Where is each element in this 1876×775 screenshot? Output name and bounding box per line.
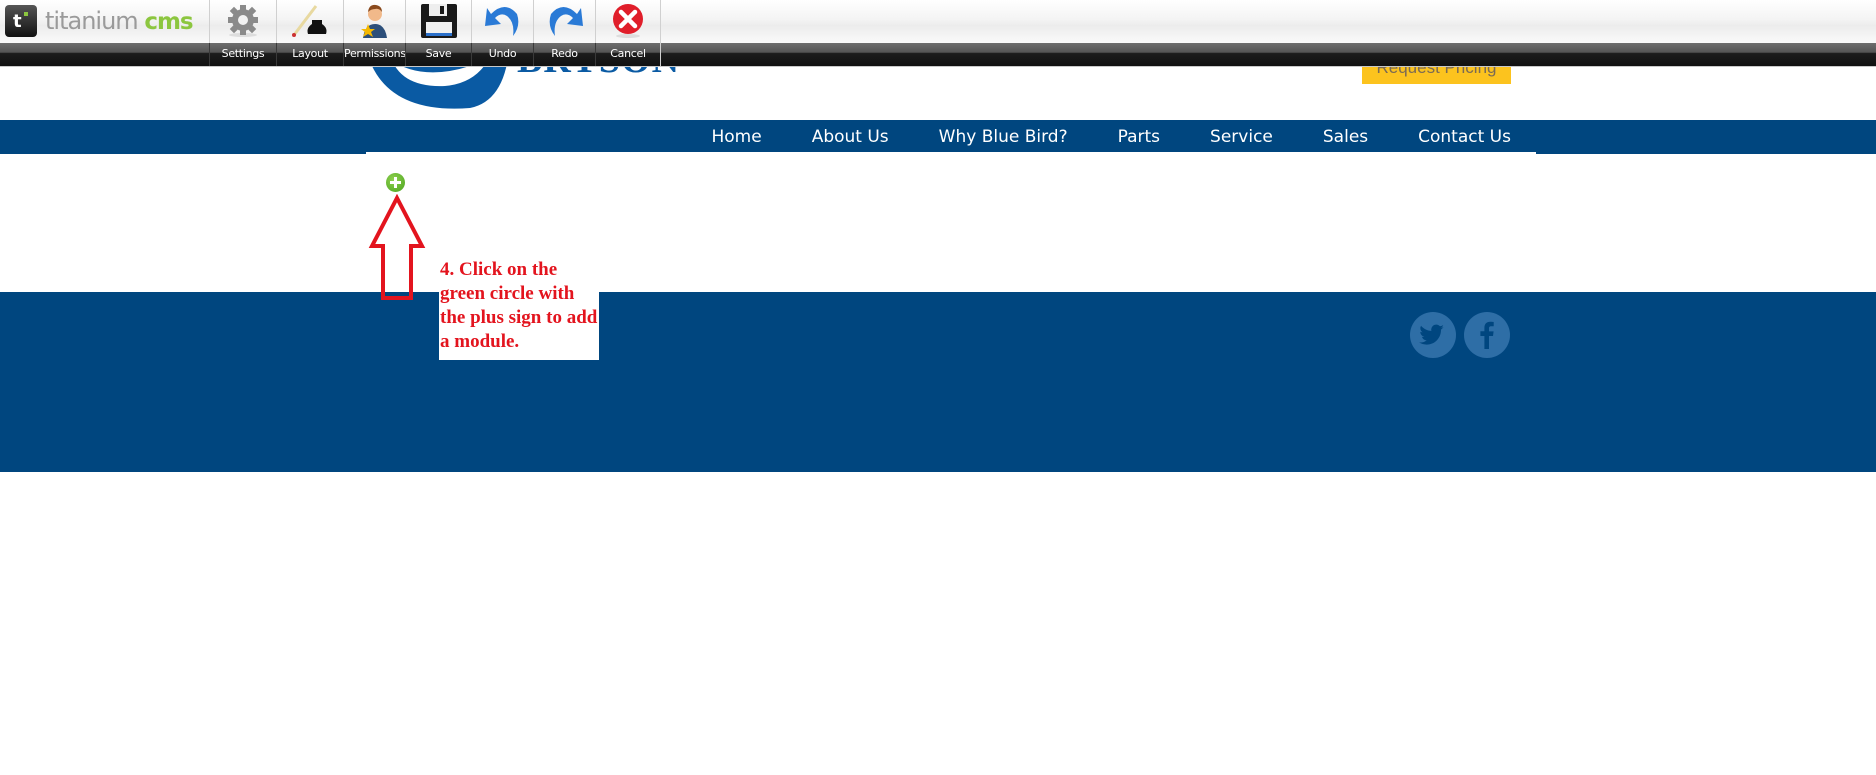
titanium-cms-logo: t titanium cms: [5, 4, 194, 38]
redo-button[interactable]: Redo: [533, 0, 595, 66]
nav-about-us[interactable]: About Us: [787, 127, 914, 147]
save-button[interactable]: Save: [405, 0, 471, 66]
nav-service[interactable]: Service: [1185, 127, 1298, 147]
ink-pen-icon: [292, 5, 327, 37]
save-label: Save: [425, 47, 452, 60]
facebook-icon: [1480, 321, 1494, 349]
annotation-arrow-up-icon: [368, 194, 426, 300]
facebook-link[interactable]: [1464, 312, 1510, 358]
undo-arrow-icon: [484, 7, 518, 36]
cancel-label: Cancel: [610, 47, 646, 60]
layout-button[interactable]: Layout: [276, 0, 343, 66]
annotation-instruction: 4. Click on the green circle with the pl…: [439, 256, 599, 360]
nav-contact-us[interactable]: Contact Us: [1393, 127, 1536, 147]
redo-arrow-icon: [549, 7, 583, 36]
cms-toolbar: t titanium cms Settings Layout Permissio…: [0, 0, 1876, 67]
permissions-label: Permissions: [344, 47, 406, 60]
add-module-button[interactable]: [386, 173, 405, 192]
layout-label: Layout: [292, 47, 328, 60]
cancel-button[interactable]: Cancel: [595, 0, 661, 66]
brand-prefix: titanium: [45, 7, 139, 35]
nav-parts[interactable]: Parts: [1093, 127, 1185, 147]
brand-suffix: cms: [144, 9, 193, 35]
permissions-button[interactable]: Permissions: [343, 0, 406, 66]
undo-button[interactable]: Undo: [471, 0, 533, 66]
titanium-logo-icon: t: [5, 5, 37, 37]
settings-label: Settings: [221, 47, 265, 60]
settings-button[interactable]: Settings: [209, 0, 276, 66]
nav-home[interactable]: Home: [686, 127, 786, 147]
twitter-icon: [1419, 324, 1444, 345]
gear-icon: [228, 5, 258, 37]
floppy-disk-icon: [420, 4, 457, 38]
redo-label: Redo: [551, 47, 578, 60]
user-star-icon: [360, 4, 387, 38]
nav-why-blue-bird[interactable]: Why Blue Bird?: [914, 127, 1093, 147]
nav-sales[interactable]: Sales: [1298, 127, 1393, 147]
main-nav: Home About Us Why Blue Bird? Parts Servi…: [0, 120, 1876, 154]
site-footer: [0, 292, 1876, 472]
undo-label: Undo: [488, 47, 517, 60]
red-x-circle-icon: [613, 4, 643, 38]
twitter-link[interactable]: [1410, 312, 1456, 358]
